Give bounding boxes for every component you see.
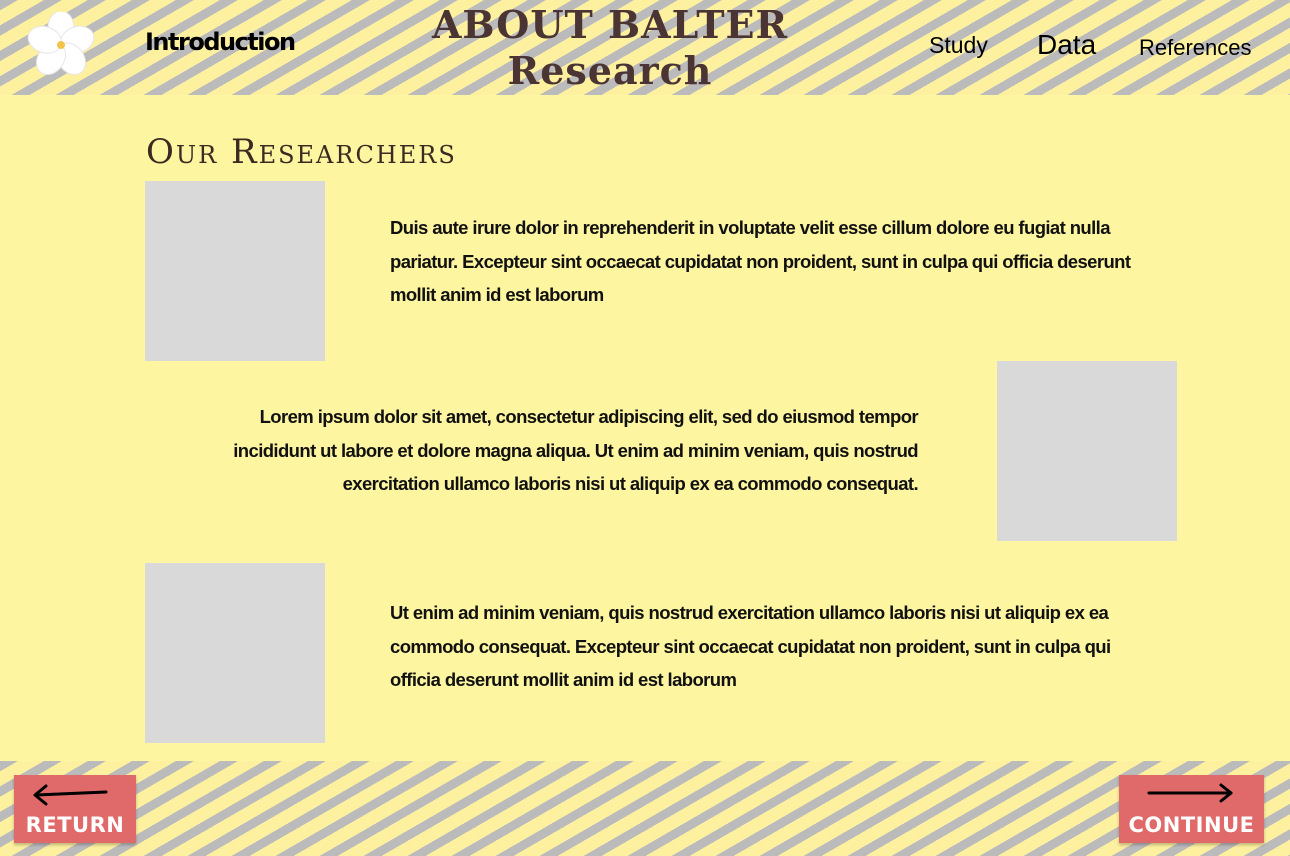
arrow-left-icon [33,784,108,806]
researcher-photo-placeholder [997,361,1177,541]
researcher-photo-placeholder [145,563,325,743]
return-button-label: RETURN [25,813,125,837]
nav-link-data[interactable]: Data [1037,29,1096,61]
nav-link-references[interactable]: References [1139,35,1252,61]
page-title-line1: ABOUT BALTER [431,2,789,47]
return-button[interactable]: RETURN [14,775,136,843]
section-title: Our Researchers [146,132,457,172]
page-title-line2: Research [507,48,713,93]
researcher-bio: Duis aute irure dolor in reprehenderit i… [390,217,1131,305]
nav-link-study[interactable]: Study [929,32,988,59]
footer-bar [0,761,1290,856]
flower-logo-icon[interactable] [24,12,98,78]
arrow-right-icon [1147,783,1233,803]
continue-button[interactable]: CONTINUE [1119,775,1264,843]
continue-button-label: CONTINUE [1128,813,1255,837]
researcher-bio: Lorem ipsum dolor sit amet, consectetur … [233,406,918,494]
page-title: ABOUT BALTER Research [390,2,830,94]
researcher-bio: Ut enim ad minim veniam, quis nostrud ex… [390,602,1111,690]
researcher-photo-placeholder [145,181,325,361]
nav-link-introduction[interactable]: Introduction [145,28,296,56]
